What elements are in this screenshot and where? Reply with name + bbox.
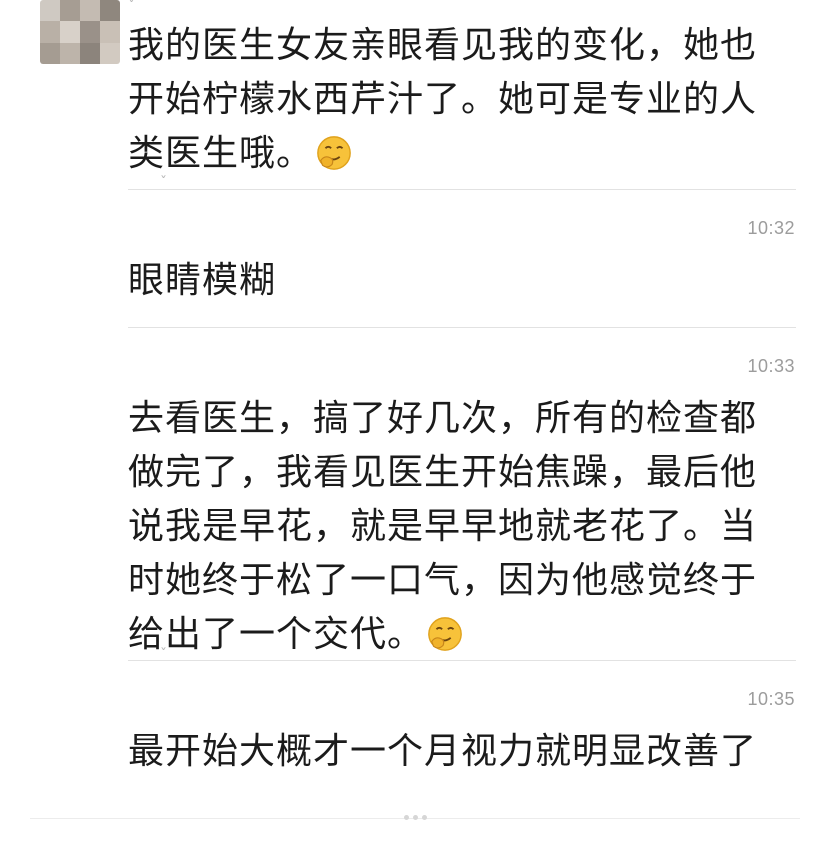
message-4-body: 最开始大概才一个月视力就明显改善了: [128, 731, 758, 772]
message-text-3: 去看医生，搞了好几次，所有的检查都做完了，我看见医生开始焦躁，最后他说我是早花，…: [128, 392, 788, 662]
message-divider: [128, 660, 796, 661]
message-timestamp: 10:32: [747, 218, 795, 238]
message-timestamp: 10:33: [747, 356, 795, 376]
watermark-dots: [404, 815, 427, 820]
avatar[interactable]: [40, 0, 120, 64]
smirk-face-emoji-icon: [428, 617, 462, 651]
message-1-body: 我的医生女友亲眼看见我的变化，她也开始柠檬水西芹汁了。她可是专业的人类医生哦。: [128, 25, 758, 174]
message-divider: [128, 327, 796, 328]
message-text-4: 最开始大概才一个月视力就明显改善了: [128, 725, 788, 779]
message-divider: [128, 189, 796, 190]
message-text-2: 眼睛模糊: [128, 254, 788, 308]
message-text-1: 我的医生女友亲眼看见我的变化，她也开始柠檬水西芹汁了。她可是专业的人类医生哦。: [128, 19, 788, 181]
tiny-mark: ˇ: [128, 0, 135, 15]
message-2-body: 眼睛模糊: [128, 260, 277, 301]
message-timestamp: 10:35: [747, 689, 795, 709]
tiny-mark: ˇ: [160, 175, 167, 191]
tiny-mark: ˇ: [160, 647, 167, 663]
smirk-face-emoji-icon: [317, 136, 351, 170]
